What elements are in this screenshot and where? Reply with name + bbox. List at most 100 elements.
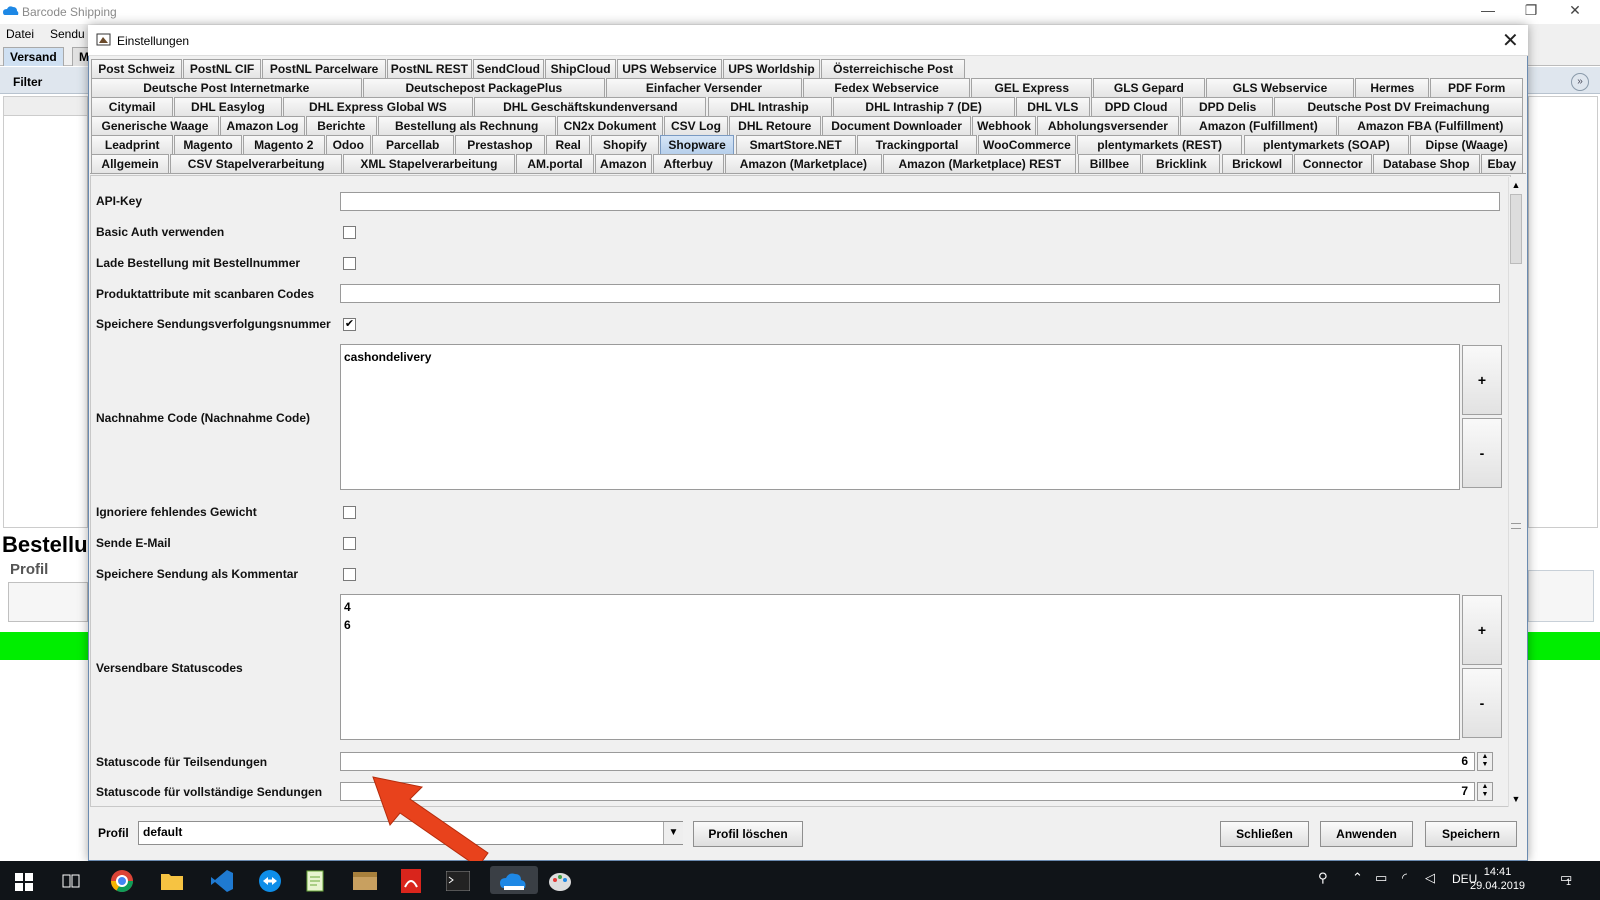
tab-cn2x-dokument[interactable]: CN2x Dokument	[556, 116, 664, 135]
tab-smartstore-net[interactable]: SmartStore.NET	[735, 135, 856, 154]
tab-citymail[interactable]: Citymail	[91, 97, 174, 116]
tab-amazon-marketplace[interactable]: Amazon (Marketplace)	[724, 154, 883, 173]
tab-csv-stapelverarbeitung[interactable]: CSV Stapelverarbeitung	[170, 154, 342, 173]
send-email-checkbox[interactable]	[343, 537, 356, 550]
save-tracking-checkbox[interactable]: ✔	[343, 318, 356, 331]
tab-amazon[interactable]: Amazon	[595, 154, 652, 173]
restore-icon[interactable]: ❐	[1516, 2, 1546, 19]
tab-trackingportal[interactable]: Trackingportal	[856, 135, 978, 154]
tab-abholungsversender[interactable]: Abholungsversender	[1036, 116, 1180, 135]
tab-real[interactable]: Real	[545, 135, 591, 154]
tab-woocommerce[interactable]: WooCommerce	[978, 135, 1076, 154]
tab-dhl-intraship-7-de[interactable]: DHL Intraship 7 (DE)	[832, 97, 1015, 116]
terminal-icon[interactable]	[446, 871, 470, 891]
wifi-icon[interactable]: ◜	[1402, 870, 1407, 886]
tab-ups-worldship[interactable]: UPS Worldship	[722, 59, 821, 78]
tab-plentymarkets-soap[interactable]: plentymarkets (SOAP)	[1243, 135, 1410, 154]
tab-am-portal[interactable]: AM.portal	[515, 154, 595, 173]
tab-magento-2[interactable]: Magento 2	[242, 135, 325, 154]
complete-status-stepper-icon[interactable]: ▲ ▼	[1477, 782, 1493, 801]
tab-fedex-webservice[interactable]: Fedex Webservice	[802, 78, 971, 97]
partial-status-spinner[interactable]: 6	[340, 752, 1475, 771]
tab-brickowl[interactable]: Brickowl	[1221, 154, 1293, 173]
api-key-input[interactable]	[340, 192, 1500, 211]
product-attr-input[interactable]	[340, 284, 1500, 303]
tab-document-downloader[interactable]: Document Downloader	[821, 116, 972, 135]
save-comment-checkbox[interactable]	[343, 568, 356, 581]
chrome-icon[interactable]	[110, 869, 134, 893]
tab-generische-waage[interactable]: Generische Waage	[91, 116, 219, 135]
tab-bestellung-als-rechnung[interactable]: Bestellung als Rechnung	[377, 116, 556, 135]
tab-dhl-vls[interactable]: DHL VLS	[1015, 97, 1090, 116]
minimize-icon[interactable]: —	[1473, 2, 1503, 18]
tab-dhl-retoure[interactable]: DHL Retoure	[728, 116, 821, 135]
volume-icon[interactable]: ◁	[1425, 870, 1435, 886]
tab-österreichische-post[interactable]: Österreichische Post	[821, 59, 965, 78]
status-add-button[interactable]: +	[1462, 595, 1502, 665]
windows-start-icon[interactable]	[15, 873, 33, 891]
clock[interactable]: 14:41 29.04.2019	[1470, 865, 1525, 893]
tab-shipcloud[interactable]: ShipCloud	[544, 59, 617, 78]
tab-parcellab[interactable]: Parcellab	[371, 135, 454, 154]
cod-add-button[interactable]: +	[1462, 345, 1502, 415]
tab-einfacher-versender[interactable]: Einfacher Versender	[606, 78, 802, 97]
notepad-icon[interactable]	[305, 869, 327, 893]
tab-postnl-rest[interactable]: PostNL REST	[387, 59, 472, 78]
tab-billbee[interactable]: Billbee	[1077, 154, 1142, 173]
chevron-up-icon[interactable]: ⌃	[1352, 870, 1363, 886]
tab-amazon-fulfillment[interactable]: Amazon (Fulfillment)	[1180, 116, 1337, 135]
scroll-up-icon[interactable]: ▲	[1508, 177, 1524, 193]
tab-post-schweiz[interactable]: Post Schweiz	[91, 59, 183, 78]
tab-sendcloud[interactable]: SendCloud	[472, 59, 544, 78]
tab-dhl-express-global-ws[interactable]: DHL Express Global WS	[282, 97, 474, 116]
menu-datei[interactable]: Datei	[6, 27, 34, 41]
complete-status-spinner[interactable]: 7	[340, 782, 1475, 801]
dialog-close-icon[interactable]: ✕	[1502, 28, 1519, 53]
tab-gel-express[interactable]: GEL Express	[971, 78, 1093, 97]
ignore-weight-checkbox[interactable]	[343, 506, 356, 519]
apply-button[interactable]: Anwenden	[1320, 821, 1413, 847]
close-button[interactable]: Schließen	[1220, 821, 1309, 847]
collapse-icon[interactable]: »	[1571, 73, 1589, 91]
tab-magento[interactable]: Magento	[174, 135, 242, 154]
status-remove-button[interactable]: -	[1462, 668, 1502, 738]
tab-csv-log[interactable]: CSV Log	[664, 116, 728, 135]
tab-dipse-waage[interactable]: Dipse (Waage)	[1410, 135, 1523, 154]
tab-deutsche-post-dv-freimachung[interactable]: Deutsche Post DV Freimachung	[1274, 97, 1523, 116]
cod-code-textarea[interactable]: cashondelivery	[340, 344, 1460, 490]
tab-berichte[interactable]: Berichte	[305, 116, 377, 135]
partial-status-stepper-icon[interactable]: ▲ ▼	[1477, 752, 1493, 771]
package-icon[interactable]	[352, 871, 378, 891]
tab-versand[interactable]: Versand	[3, 47, 64, 66]
tab-ups-webservice[interactable]: UPS Webservice	[617, 59, 722, 78]
tab-xml-stapelverarbeitung[interactable]: XML Stapelverarbeitung	[343, 154, 515, 173]
tab-dpd-delis[interactable]: DPD Delis	[1182, 97, 1273, 116]
tab-gls-webservice[interactable]: GLS Webservice	[1205, 78, 1355, 97]
file-explorer-icon[interactable]	[160, 871, 184, 891]
tab-prestashop[interactable]: Prestashop	[454, 135, 545, 154]
tab-amazon-marketplace-rest[interactable]: Amazon (Marketplace) REST	[883, 154, 1077, 173]
paint-icon[interactable]	[548, 869, 574, 893]
basic-auth-checkbox[interactable]	[343, 226, 356, 239]
tab-deutschepost-packageplus[interactable]: Deutschepost PackagePlus	[362, 78, 606, 97]
tab-hermes[interactable]: Hermes	[1355, 78, 1430, 97]
tab-bricklink[interactable]: Bricklink	[1142, 154, 1221, 173]
close-icon[interactable]: ✕	[1560, 2, 1590, 19]
vertical-scrollbar[interactable]	[1508, 177, 1524, 807]
status-codes-textarea[interactable]: 4 6	[340, 594, 1460, 740]
tab-postnl-cif[interactable]: PostNL CIF	[183, 59, 261, 78]
tab-amazon-log[interactable]: Amazon Log	[220, 116, 305, 135]
tab-webhook[interactable]: Webhook	[972, 116, 1036, 135]
chevron-down-icon[interactable]: ▼	[663, 822, 683, 844]
tab-allgemein[interactable]: Allgemein	[91, 154, 170, 173]
tab-deutsche-post-internetmarke[interactable]: Deutsche Post Internetmarke	[91, 78, 362, 97]
tab-pdf-form[interactable]: PDF Form	[1430, 78, 1523, 97]
battery-icon[interactable]: ▭	[1375, 870, 1387, 886]
tab-postnl-parcelware[interactable]: PostNL Parcelware	[262, 59, 387, 78]
tab-gls-gepard[interactable]: GLS Gepard	[1093, 78, 1205, 97]
tab-shopware[interactable]: Shopware	[659, 135, 735, 154]
load-by-number-checkbox[interactable]	[343, 257, 356, 270]
tab-dpd-cloud[interactable]: DPD Cloud	[1090, 97, 1182, 116]
scroll-down-icon[interactable]: ▼	[1508, 791, 1524, 807]
save-button[interactable]: Speichern	[1425, 821, 1517, 847]
